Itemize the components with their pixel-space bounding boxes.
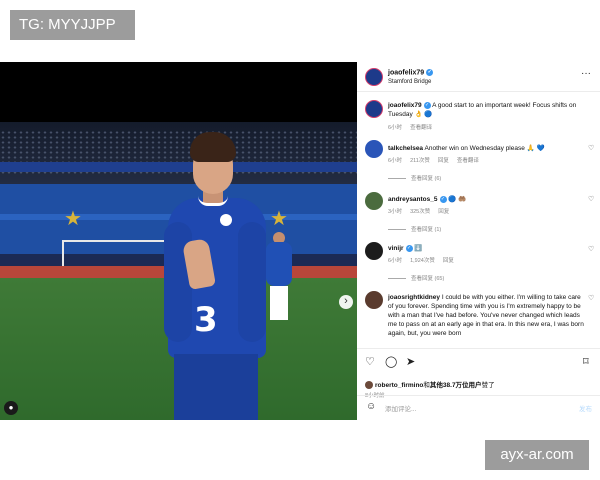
likes-summary[interactable]: roberto_firmino和其他38.7万位用户赞了: [365, 379, 495, 390]
star-icon: ★: [64, 208, 82, 230]
comment-like-icon[interactable]: ♡: [588, 294, 594, 302]
comment: andreysantos_5 ✓ 🔵 🤲🏽: [388, 195, 583, 204]
comment-meta: 6小时 211次赞 回复 查看翻译: [388, 158, 479, 164]
comment: talkchelsea Another win on Wednesday ple…: [388, 144, 583, 153]
like-icon[interactable]: ♡: [365, 355, 375, 368]
reply-link[interactable]: 回复: [438, 209, 449, 215]
instagram-post: ★ ★ 3 › ● joaofelix79 ✓ Stamford Bridge …: [0, 62, 600, 420]
author-avatar[interactable]: [365, 68, 383, 86]
comment-icon[interactable]: ◯: [385, 355, 397, 368]
reply-link[interactable]: 回复: [443, 258, 454, 264]
view-replies-link[interactable]: 查看回复 (1): [388, 225, 441, 233]
shirt-number: 3: [194, 300, 218, 340]
comment: joaosrightkidney I could be with you eit…: [388, 293, 586, 338]
verified-icon: ✓: [423, 101, 431, 109]
liker-avatar: [365, 381, 373, 390]
liker-username[interactable]: roberto_firmino: [375, 382, 423, 389]
view-replies-link[interactable]: 查看回复 (6): [388, 174, 441, 182]
star-icon: ★: [270, 208, 288, 230]
post-side-panel: joaofelix79 ✓ Stamford Bridge ··· joaofel…: [357, 62, 600, 418]
comments-list: joaofelix79 ✓ A good start to an importan…: [357, 92, 600, 348]
comment-username[interactable]: joaofelix79: [388, 102, 422, 109]
share-icon[interactable]: ➤: [406, 355, 415, 368]
comment-meta: 6小时 1,924次赞 回复: [388, 258, 454, 264]
reply-link[interactable]: 回复: [438, 158, 449, 164]
watermark-bottom: ayx-ar.com: [485, 440, 589, 470]
comment-username[interactable]: vinijr: [388, 245, 404, 252]
likes-others[interactable]: 其他38.7万位用户: [430, 382, 482, 389]
comment-meta: 6小时 查看翻译: [388, 125, 433, 131]
commenter-avatar[interactable]: [365, 291, 383, 309]
page: TG: MYYJJPP ★ ★ 3 › ● joaofelix79 ✓ Stam…: [0, 0, 600, 480]
comment-username[interactable]: talkchelsea: [388, 145, 423, 152]
bookmark-icon[interactable]: ⌑: [583, 355, 589, 368]
post-header: joaofelix79 ✓ Stamford Bridge ···: [357, 62, 600, 92]
comment-username[interactable]: andreysantos_5: [388, 196, 438, 203]
view-replies-link[interactable]: 查看回复 (65): [388, 274, 444, 282]
next-arrow-icon[interactable]: ›: [339, 295, 353, 309]
commenter-avatar[interactable]: [365, 242, 383, 260]
post-media[interactable]: ★ ★ 3 › ●: [0, 62, 357, 420]
comment-username[interactable]: joaosrightkidney: [388, 294, 440, 301]
comment-likes: 325次赞: [410, 209, 431, 215]
comment-likes: 1,924次赞: [410, 258, 435, 264]
post-photo: ★ ★ 3: [0, 122, 357, 420]
verified-icon: ✓: [439, 195, 447, 203]
comment-like-icon[interactable]: ♡: [588, 144, 594, 152]
post-comment-button[interactable]: 发布: [579, 403, 592, 413]
user-tag-icon[interactable]: ●: [4, 401, 18, 415]
comment-input[interactable]: 添加评论...: [385, 403, 416, 413]
comment-like-icon[interactable]: ♡: [588, 245, 594, 253]
club-badge: [220, 214, 232, 226]
player-figure: 3: [160, 132, 270, 420]
comment-text: Another win on Wednesday please 🙏 💙: [424, 145, 545, 152]
author-avatar[interactable]: [365, 100, 383, 118]
watermark-top: TG: MYYJJPP: [10, 10, 135, 40]
author-username[interactable]: joaofelix79: [388, 69, 424, 76]
add-comment-bar: ☺ 添加评论... 发布: [357, 395, 600, 418]
comment-text: 🔵 🤲🏽: [448, 196, 467, 203]
verified-icon: ✓: [426, 69, 434, 76]
translate-link[interactable]: 查看翻译: [457, 158, 479, 164]
comment-text: ⬇️: [414, 245, 423, 252]
commenter-avatar[interactable]: [365, 140, 383, 158]
comment-likes: 211次赞: [410, 158, 430, 164]
comment: vinijr ✓ ⬇️: [388, 244, 583, 253]
emoji-icon[interactable]: ☺: [366, 401, 376, 412]
comment-meta: 3小时 325次赞 回复: [388, 209, 450, 215]
more-options-icon[interactable]: ···: [581, 68, 591, 79]
verified-icon: ✓: [405, 244, 413, 252]
commenter-avatar[interactable]: [365, 192, 383, 210]
caption: joaofelix79 ✓ A good start to an importan…: [388, 101, 593, 119]
translate-link[interactable]: 查看翻译: [410, 125, 432, 131]
comment-like-icon[interactable]: ♡: [588, 195, 594, 203]
post-location[interactable]: Stamford Bridge: [388, 79, 431, 85]
